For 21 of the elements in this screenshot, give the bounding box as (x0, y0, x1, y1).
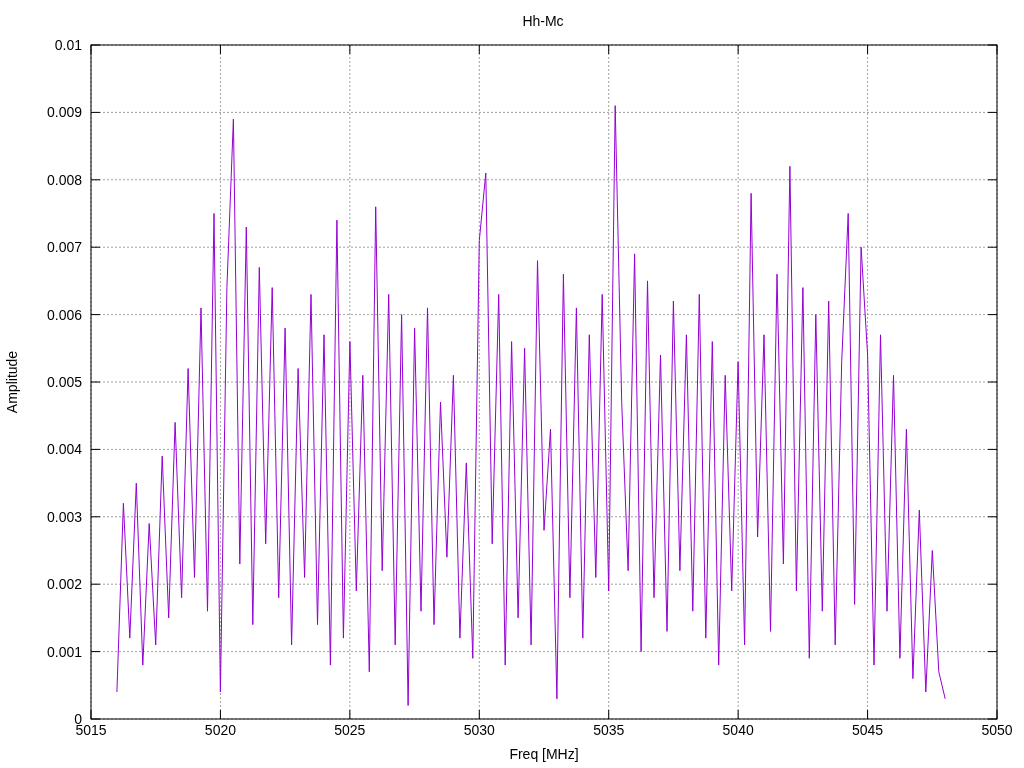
y-axis-tick-label: 0.008 (46, 171, 82, 188)
y-axis-tick-label: 0 (74, 711, 82, 727)
y-axis-tick-label: 0.002 (46, 576, 82, 593)
y-axis-tick-label: 0.005 (46, 374, 82, 390)
x-axis-tick-label: 5025 (334, 722, 366, 738)
x-axis-tick-label: 5045 (852, 722, 884, 738)
x-axis-tick-label: 5040 (722, 722, 754, 738)
x-axis-tick-label: 5050 (981, 722, 1013, 738)
x-axis-tick-label: 5030 (463, 722, 495, 738)
y-axis-tick-label: 0.01 (54, 37, 82, 53)
x-axis-tick-label: 5035 (593, 722, 625, 738)
y-axis-tick-label: 0.006 (46, 306, 82, 323)
y-axis-tick-label: 0.009 (46, 104, 82, 121)
y-axis-tick-label: 0.003 (46, 508, 82, 525)
x-axis-tick-label: 5020 (204, 722, 236, 738)
x-axis-label: Freq [MHz] (509, 746, 579, 762)
y-axis-tick-label: 0.004 (46, 441, 82, 458)
y-axis-tick-label: 0.007 (46, 239, 82, 256)
y-axis-label: Amplitude (4, 350, 20, 414)
y-axis-tick-label: 0.001 (46, 643, 82, 660)
chart-title: Hh-Mc (522, 13, 564, 29)
